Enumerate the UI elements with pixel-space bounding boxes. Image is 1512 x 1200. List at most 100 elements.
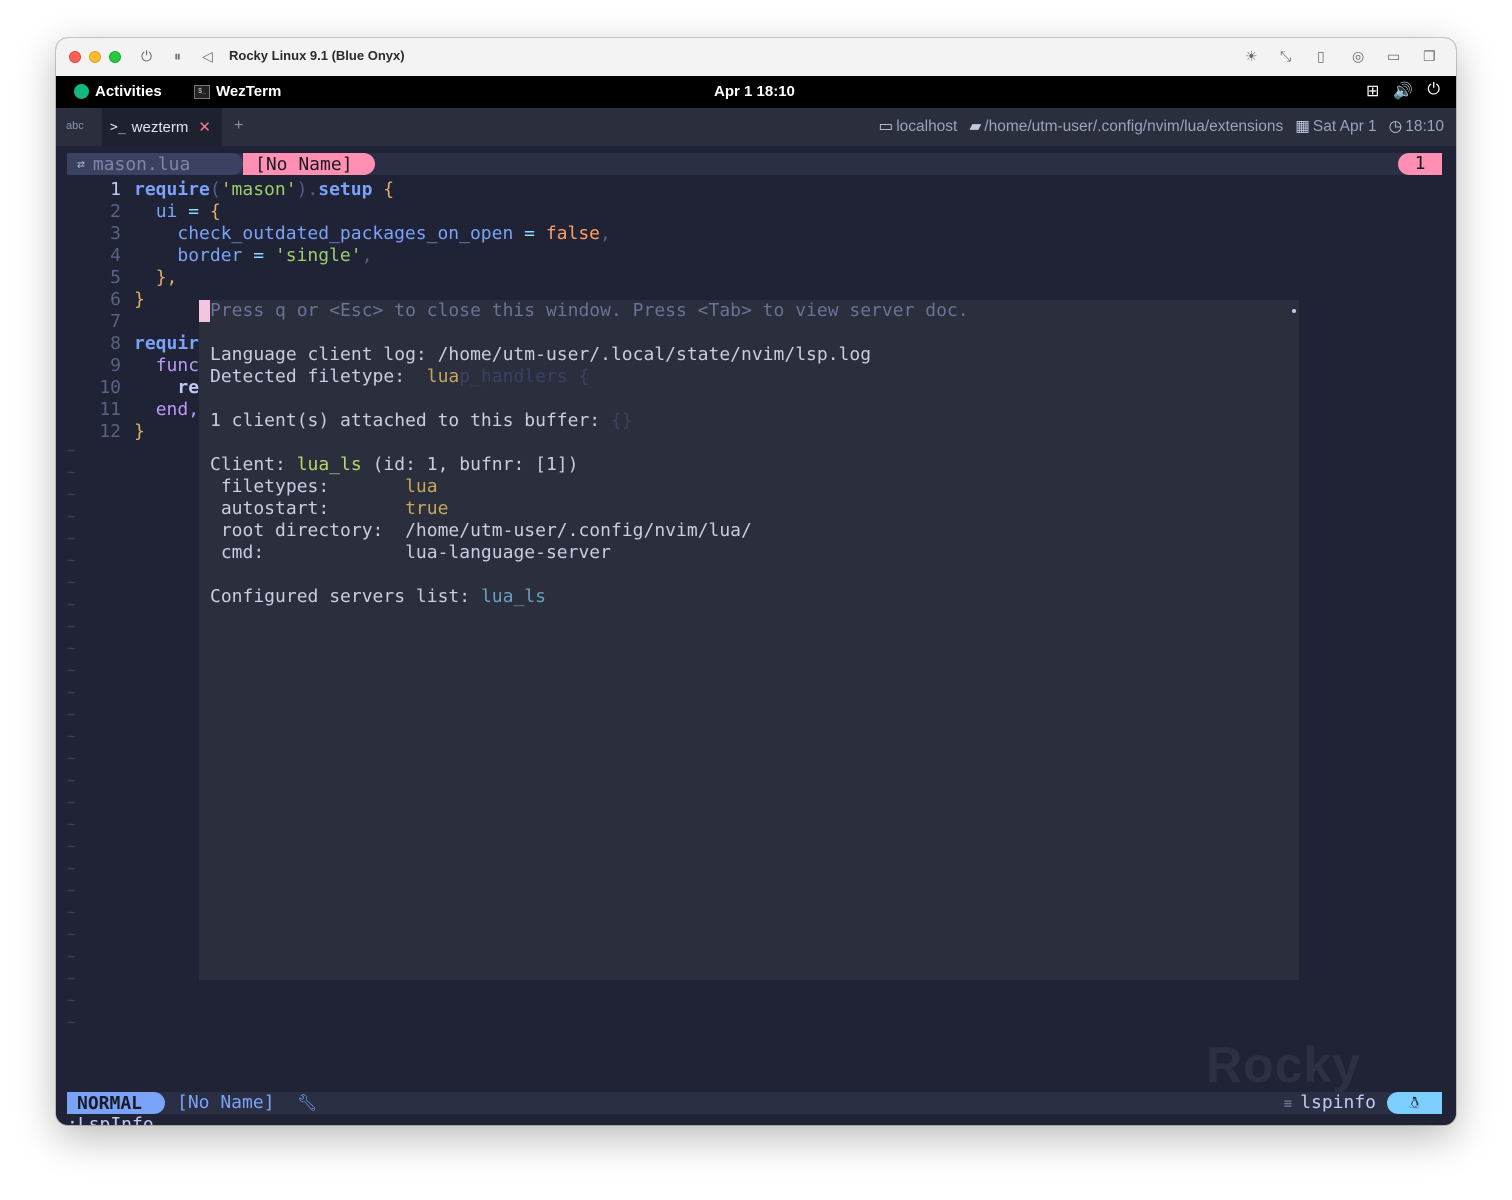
configured-label: Configured servers list: <box>210 586 481 607</box>
linux-tux-icon: 🐧︎ <box>1387 1092 1442 1114</box>
mode-indicator: NORMAL <box>67 1092 165 1114</box>
tilde-marker: ~ <box>67 751 76 767</box>
zoom-window-button[interactable] <box>109 51 121 63</box>
filetypes-value: lua <box>405 476 438 497</box>
share-icon[interactable]: ◎ <box>1352 47 1364 67</box>
log-path[interactable]: /home/utm-user/.local/state/nvim/lsp.log <box>438 344 871 365</box>
code-token: , <box>361 245 373 266</box>
buffer-tab-no-name[interactable]: [No Name] <box>243 153 375 175</box>
tilde-marker: ~ <box>67 575 76 591</box>
scroll-indicator-dot <box>1292 309 1296 313</box>
code-token: { <box>209 201 221 222</box>
activities-label: Activities <box>95 83 162 100</box>
attached-label: 1 client(s) attached to this buffer: <box>210 410 611 431</box>
power-icon[interactable]: ⏻ <box>141 47 152 67</box>
code-token: } <box>134 289 145 310</box>
tilde-marker: ~ <box>67 663 76 679</box>
code-token: check_outdated_packages_on_open <box>177 223 514 244</box>
system-tray[interactable]: ⊞ 🔊 ⏻ <box>1366 81 1440 101</box>
time-status: ◷ 18:10 <box>1389 117 1444 136</box>
statusline-filename: [No Name] <box>177 1092 275 1113</box>
line-number: 3 <box>110 223 121 244</box>
lspinfo-client-line: Client: lua_ls (id: 1, bufnr: [1]) <box>210 454 578 476</box>
resize-icon[interactable]: ⤡ <box>1280 47 1291 67</box>
buffer-name: mason.lua <box>92 153 191 175</box>
calendar-icon: ▦ <box>1295 118 1310 135</box>
rocky-watermark: Rocky <box>1206 1037 1362 1093</box>
tilde-marker: ~ <box>67 817 76 833</box>
app-menu[interactable]: $_ WezTerm <box>194 83 281 100</box>
close-window-button[interactable] <box>69 51 81 63</box>
tilde-marker: ~ <box>67 949 76 965</box>
git-sync-icon: ⇄ <box>77 156 85 172</box>
network-icon[interactable]: ⊞ <box>1366 81 1379 101</box>
code-token: border <box>177 245 243 266</box>
command-line[interactable]: :LspInfo <box>67 1114 154 1125</box>
lspinfo-filetype-line: Detected filetype: luap_handlers { <box>210 366 589 388</box>
tilde-marker: ~ <box>67 597 76 613</box>
usb-icon[interactable]: ▯ <box>1317 47 1325 67</box>
gnome-clock[interactable]: Apr 1 18:10 <box>714 83 795 100</box>
line-number: 6 <box>110 289 121 310</box>
tilde-marker: ~ <box>67 905 76 921</box>
app-name: WezTerm <box>216 83 282 100</box>
bufferline: ⇄ mason.lua [No Name] 1 <box>67 153 1442 175</box>
line-number: 10 <box>99 377 121 398</box>
lspinfo-configured-line: Configured servers list: lua_ls <box>210 586 546 608</box>
tilde-marker: ~ <box>67 685 76 701</box>
volume-icon[interactable]: 🔊 <box>1393 81 1413 101</box>
date-status: ▦ Sat Apr 1 <box>1295 117 1376 136</box>
code-token: }, <box>155 267 178 288</box>
tilde-marker: ~ <box>67 861 76 877</box>
vm-window: ⏻ ⏸ ◁ Rocky Linux 9.1 (Blue Onyx) ☀ ⤡ ▯ … <box>56 38 1456 1125</box>
new-tab-button[interactable]: + <box>234 117 243 135</box>
code-token: ). <box>296 179 319 200</box>
lines-icon: ≡ <box>1283 1096 1293 1112</box>
minimize-window-button[interactable] <box>89 51 101 63</box>
code-line: check_outdated_packages_on_open = false, <box>134 223 611 245</box>
code-token: ui <box>155 201 178 222</box>
cmd-label: cmd: <box>210 542 406 563</box>
tilde-marker: ~ <box>67 795 76 811</box>
tilde-marker: ~ <box>67 971 76 987</box>
tilde-marker: ~ <box>67 641 76 657</box>
log-label: Language client log: <box>210 344 438 365</box>
cmd-value: lua-language-server <box>405 542 611 563</box>
tilde-marker: ~ <box>67 839 76 855</box>
filetype-label: Detected filetype: <box>210 366 427 387</box>
autostart-value: true <box>405 498 449 519</box>
code-line: require('mason').setup { <box>134 179 394 201</box>
code-line: ui = { <box>134 201 221 223</box>
tilde-marker: ~ <box>67 509 76 525</box>
wezterm-tab-bar: abc >_ wezterm ✕ + ▭ localhost ▰/home/utm… <box>56 108 1456 146</box>
close-tab-icon[interactable]: ✕ <box>198 118 211 136</box>
nvim-editor[interactable]: Rocky ⇄ mason.lua [No Name] 1 1 2 3 4 5 … <box>56 146 1456 1125</box>
code-token: 'mason' <box>220 179 297 200</box>
code-token: func <box>155 355 200 376</box>
windows-icon[interactable]: ❐ <box>1423 47 1436 67</box>
folder-icon[interactable]: ▭ <box>1387 47 1400 67</box>
tab-bar-status: ▭ localhost ▰/home/utm-user/.config/nvim/… <box>879 117 1444 136</box>
brightness-icon[interactable]: ☀ <box>1245 47 1258 67</box>
code-line: }, <box>134 267 178 289</box>
tab-wezterm[interactable]: >_ wezterm ✕ <box>102 108 222 146</box>
tilde-marker: ~ <box>67 927 76 943</box>
lspinfo-attached-line: 1 client(s) attached to this buffer: {} <box>210 410 633 432</box>
line-number: 11 <box>99 399 121 420</box>
line-number: 12 <box>99 421 121 442</box>
code-token: 'single' <box>274 245 362 266</box>
statusline: NORMAL [No Name] 🔧︎ ≡ lspinfo 🐧︎ <box>67 1092 1442 1114</box>
host-status: ▭ localhost <box>879 117 958 136</box>
lspinfo-float-window[interactable]: Press q or <Esc> to close this window. P… <box>199 300 1299 980</box>
obscured-code: {} <box>610 410 633 431</box>
buffer-tab-mason[interactable]: ⇄ mason.lua <box>67 153 243 175</box>
pause-icon[interactable]: ⏸ <box>174 47 181 67</box>
rocky-logo-icon <box>74 84 89 99</box>
back-icon[interactable]: ◁ <box>202 47 213 67</box>
activities-button[interactable]: Activities <box>74 83 162 100</box>
tabpage-number[interactable]: 1 <box>1398 153 1442 175</box>
obscured-code: p_handlers { <box>459 366 590 387</box>
tab-title: wezterm <box>131 118 189 136</box>
clock-icon: ◷ <box>1388 118 1403 135</box>
power-menu-icon[interactable]: ⏻ <box>1427 81 1440 101</box>
